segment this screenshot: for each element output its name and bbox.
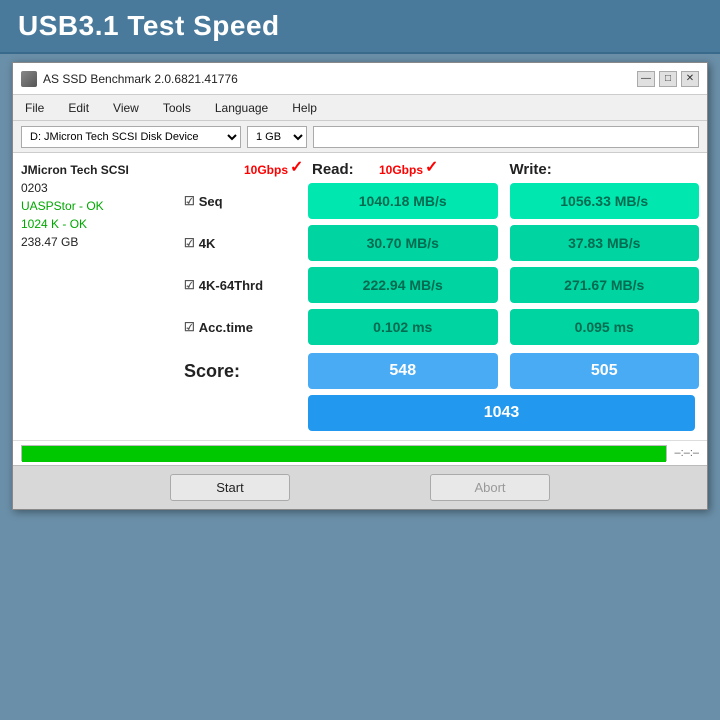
toolbar: D: JMicron Tech SCSI Disk Device 1 GB — [13, 121, 707, 153]
read-cell-3: 0.102 ms — [308, 309, 498, 345]
menu-item-file[interactable]: File — [21, 99, 48, 117]
start-button[interactable]: Start — [170, 474, 290, 501]
bench-row-label-0: ☑ Seq — [184, 194, 304, 209]
device-name: JMicron Tech SCSI — [21, 161, 176, 179]
read-cell-1: 30.70 MB/s — [308, 225, 498, 261]
window-controls: — □ ✕ — [637, 71, 699, 87]
bench-row-2: ☑ 4K-64Thrd 222.94 MB/s 271.67 MB/s — [184, 266, 699, 304]
bench-table: Read: Write: ☑ Seq 1040.18 MB/s 1056.33 MB… — [184, 161, 699, 432]
write-cell-3: 0.095 ms — [510, 309, 700, 345]
bench-row-label-1: ☑ 4K — [184, 236, 304, 251]
close-button[interactable]: ✕ — [681, 71, 699, 87]
menu-item-help[interactable]: Help — [288, 99, 321, 117]
bench-row-label-2: ☑ 4K-64Thrd — [184, 278, 304, 293]
drive-select[interactable]: D: JMicron Tech SCSI Disk Device — [21, 126, 241, 148]
menu-item-view[interactable]: View — [109, 99, 143, 117]
banner: USB3.1 Test Speed — [0, 0, 720, 54]
menu-item-edit[interactable]: Edit — [64, 99, 93, 117]
bench-row-1: ☑ 4K 30.70 MB/s 37.83 MB/s — [184, 224, 699, 262]
read-header: Read: — [308, 161, 502, 178]
banner-title: USB3.1 Test Speed — [18, 10, 702, 42]
bench-header-row: Read: Write: — [184, 161, 699, 178]
bench-rows: ☑ Seq 1040.18 MB/s 1056.33 MB/s ☑ 4K 30.70 M… — [184, 182, 699, 346]
write-cell-2: 271.67 MB/s — [510, 267, 700, 303]
bench-row-label-3: ☑ Acc.time — [184, 320, 304, 335]
total-score: 1043 — [308, 395, 695, 431]
title-bar: AS SSD Benchmark 2.0.6821.41776 — □ ✕ — [13, 63, 707, 95]
minimize-button[interactable]: — — [637, 71, 655, 87]
bench-row-0: ☑ Seq 1040.18 MB/s 1056.33 MB/s — [184, 182, 699, 220]
info-panel: JMicron Tech SCSI 0203 UASPStor - OK 102… — [21, 161, 176, 432]
bottom-bar: Start Abort — [13, 465, 707, 509]
total-score-row: 1043 — [184, 394, 699, 432]
read-score: 548 — [308, 353, 498, 389]
abort-button[interactable]: Abort — [430, 474, 550, 501]
menu-item-tools[interactable]: Tools — [159, 99, 195, 117]
uaspstor-status: UASPStor - OK — [21, 197, 176, 215]
progress-bar — [22, 446, 666, 462]
menu-bar: File Edit View Tools Language Help — [13, 95, 707, 121]
progress-bar-container — [21, 445, 667, 461]
score-label: Score: — [184, 361, 304, 382]
read-cell-0: 1040.18 MB/s — [308, 183, 498, 219]
app-icon — [21, 71, 37, 87]
device-model: 0203 — [21, 179, 176, 197]
time-display: –:–:– — [675, 447, 699, 459]
write-cell-0: 1056.33 MB/s — [510, 183, 700, 219]
disk-size-ok: 1024 K - OK — [21, 215, 176, 233]
write-cell-1: 37.83 MB/s — [510, 225, 700, 261]
window-title: AS SSD Benchmark 2.0.6821.41776 — [43, 72, 238, 86]
size-select[interactable]: 1 GB — [247, 126, 307, 148]
content-area: JMicron Tech SCSI 0203 UASPStor - OK 102… — [13, 153, 707, 440]
maximize-button[interactable]: □ — [659, 71, 677, 87]
score-row: Score: 548 505 — [184, 352, 699, 390]
menu-item-language[interactable]: Language — [211, 99, 272, 117]
read-cell-2: 222.94 MB/s — [308, 267, 498, 303]
disk-size: 238.47 GB — [21, 233, 176, 251]
write-score: 505 — [510, 353, 700, 389]
bench-row-3: ☑ Acc.time 0.102 ms 0.095 ms — [184, 308, 699, 346]
progress-area: –:–:– — [13, 440, 707, 465]
write-header: Write: — [506, 161, 700, 178]
score-section: Score: 548 505 1043 — [184, 352, 699, 432]
benchmark-area: 10Gbps ✓ 10Gbps ✓ Read: Write: ☑ Seq1040… — [184, 161, 699, 432]
app-window: AS SSD Benchmark 2.0.6821.41776 — □ ✕ Fi… — [12, 62, 708, 510]
toolbar-input-box — [313, 126, 699, 148]
